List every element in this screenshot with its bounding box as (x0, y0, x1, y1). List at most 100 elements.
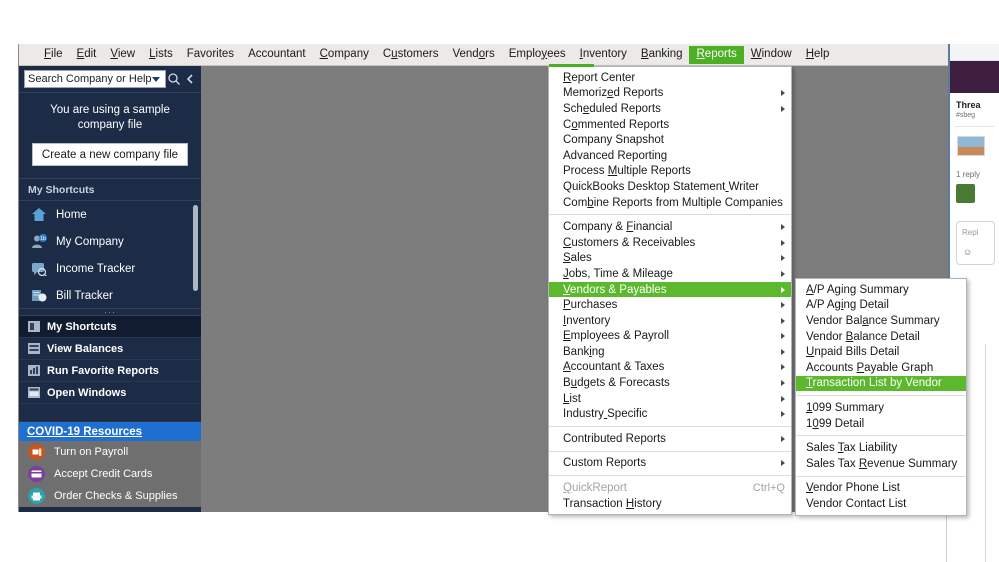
chevron-right-icon (781, 333, 785, 340)
chevron-right-icon (781, 435, 785, 442)
thread-reply-count[interactable]: 1 reply (956, 170, 999, 179)
reports-menu-item-label: Commented Reports (563, 118, 670, 131)
menubar-item-help[interactable]: Help (799, 46, 837, 64)
menubar-item-banking[interactable]: Banking (634, 46, 690, 64)
vendors-submenu-item-unpaid-bills-detail[interactable]: Unpaid Bills Detail (796, 344, 966, 360)
reports-menu-item-purchases[interactable]: Purchases (549, 297, 791, 313)
vendors-submenu-item-1099-detail[interactable]: 1099 Detail (796, 416, 966, 432)
sidebar-panel-my-shortcuts[interactable]: My Shortcuts (19, 316, 201, 338)
reports-menu-item-sales[interactable]: Sales (549, 251, 791, 267)
menubar-item-accountant[interactable]: Accountant (241, 46, 313, 64)
reports-menu-item-quickbooks-desktop-statement-writer[interactable]: QuickBooks Desktop Statement Writer (549, 179, 791, 195)
sidebar-item-my-company[interactable]: 1b My Company (19, 228, 201, 255)
sidebar-resize-grip[interactable]: ··· (19, 308, 201, 317)
vendors-submenu-item-sales-tax-revenue-summary[interactable]: Sales Tax Revenue Summary (796, 456, 966, 472)
vendors-submenu-item-1099-summary[interactable]: 1099 Summary (796, 400, 966, 416)
menubar-item-view[interactable]: View (103, 46, 142, 64)
vendors-submenu-item-label: Accounts Payable Graph (806, 361, 934, 374)
menubar-item-favorites[interactable]: Favorites (180, 46, 241, 64)
reports-menu-item-customers-and-receivables[interactable]: Customers & Receivables (549, 235, 791, 251)
reports-menu-item-label: Company Snapshot (563, 134, 665, 147)
reports-menu-item-report-center[interactable]: Report Center (549, 70, 791, 86)
thread-image-thumbnail[interactable] (957, 136, 985, 156)
caret-down-icon[interactable] (151, 76, 160, 82)
svg-text:1b: 1b (40, 236, 46, 242)
vendors-submenu-item-transaction-list-by-vendor[interactable]: Transaction List by Vendor (796, 375, 966, 392)
reports-menu-item-accountant-and-taxes[interactable]: Accountant & Taxes (549, 360, 791, 376)
vendors-submenu-item-a-p-aging-detail[interactable]: A/P Aging Detail (796, 298, 966, 314)
thread-panel-title: Threa (956, 100, 981, 110)
reports-menu-item-vendors-and-payables[interactable]: Vendors & Payables (549, 281, 791, 298)
create-new-company-file-button[interactable]: Create a new company file (32, 143, 188, 166)
chevron-right-icon (781, 411, 785, 418)
menubar-item-inventory[interactable]: Inventory (573, 46, 634, 64)
menubar-item-edit[interactable]: Edit (70, 46, 104, 64)
reports-menu-item-label: Purchases (563, 299, 618, 312)
menubar-item-employees[interactable]: Employees (502, 46, 573, 64)
thread-panel-channel[interactable]: #sbeg (956, 112, 999, 119)
reports-menu-item-inventory[interactable]: Inventory (549, 313, 791, 329)
vendors-payables-submenu: A/P Aging Summary A/P Aging Detail Vendor … (795, 278, 967, 516)
reports-menu-item-transaction-history[interactable]: Transaction History (549, 496, 791, 512)
menubar-item-window[interactable]: Window (744, 46, 799, 64)
menubar-item-company[interactable]: Company (313, 46, 376, 64)
emoji-icon[interactable]: ☺ (963, 247, 994, 257)
chevron-right-icon (781, 239, 785, 246)
reports-menu-item-commented-reports[interactable]: Commented Reports (549, 117, 791, 133)
sidebar-item-order-checks-supplies[interactable]: Order Checks & Supplies (19, 485, 201, 507)
search-input[interactable]: Search Company or Help (24, 70, 166, 88)
reports-menu-item-banking[interactable]: Banking (549, 344, 791, 360)
covid-19-resources-link[interactable]: COVID-19 Resources (19, 422, 201, 441)
credit-card-icon (28, 466, 45, 482)
sidebar-panel-open-windows[interactable]: Open Windows (19, 382, 201, 404)
chevron-left-icon[interactable] (182, 69, 198, 89)
reports-menu-item-combine-reports-from-multiple-companies[interactable]: Combine Reports from Multiple Companies (549, 195, 791, 211)
sidebar-panel-run-favorite-reports[interactable]: Run Favorite Reports (19, 360, 201, 382)
thread-reply-composer[interactable]: Repl ☺ (956, 221, 995, 265)
chevron-right-icon (781, 270, 785, 277)
menubar-item-customers[interactable]: Customers (376, 46, 446, 64)
reports-menu-item-company-snapshot[interactable]: Company Snapshot (549, 132, 791, 148)
menubar-item-file[interactable]: File (37, 46, 70, 64)
reports-menu-item-employees-and-payroll[interactable]: Employees & Payroll (549, 329, 791, 345)
reports-menu-item-scheduled-reports[interactable]: Scheduled Reports (549, 101, 791, 117)
sidebar-item-turn-on-payroll[interactable]: Turn on Payroll (19, 441, 201, 463)
sidebar-item-bill-tracker[interactable]: Bill Tracker (19, 282, 201, 308)
reports-menu-item-memorized-reports[interactable]: Memorized Reports (549, 86, 791, 102)
reports-menu-item-budgets-and-forecasts[interactable]: Budgets & Forecasts (549, 375, 791, 391)
vendors-submenu-item-vendor-phone-list[interactable]: Vendor Phone List (796, 481, 966, 497)
reports-menu-item-list[interactable]: List (549, 391, 791, 407)
reports-menu-item-label: Customers & Receivables (563, 236, 696, 249)
chevron-right-icon (781, 348, 785, 355)
vendors-submenu-item-sales-tax-liability[interactable]: Sales Tax Liability (796, 440, 966, 456)
reports-menu-item-label: Report Center (563, 71, 636, 84)
vendors-submenu-item-vendor-balance-detail[interactable]: Vendor Balance Detail (796, 329, 966, 345)
reports-menu-item-contributed-reports[interactable]: Contributed Reports (549, 431, 791, 447)
reports-menu-item-custom-reports[interactable]: Custom Reports (549, 456, 791, 472)
menubar-item-vendors[interactable]: Vendors (445, 46, 501, 64)
menubar-item-lists[interactable]: Lists (142, 46, 180, 64)
vendors-submenu-item-accounts-payable-graph[interactable]: Accounts Payable Graph (796, 360, 966, 376)
sidebar-panel-my-shortcuts-label: My Shortcuts (47, 320, 117, 333)
reports-menu-item-advanced-reporting[interactable]: Advanced Reporting (549, 148, 791, 164)
menubar-item-reports[interactable]: Reports (689, 45, 744, 64)
vendors-submenu-item-vendor-balance-summary[interactable]: Vendor Balance Summary (796, 313, 966, 329)
sidebar-item-accept-credit-cards[interactable]: Accept Credit Cards (19, 463, 201, 485)
reports-menu-item-company-and-financial[interactable]: Company & Financial (549, 219, 791, 235)
search-icon[interactable] (166, 69, 182, 89)
reports-menu-item-jobs-time-and-mileage[interactable]: Jobs, Time & Mileage (549, 266, 791, 282)
sample-company-message-line2: company file (77, 119, 143, 131)
vendors-submenu-item-label: Vendor Balance Summary (806, 314, 940, 327)
sidebar-item-income-tracker-label: Income Tracker (56, 262, 136, 275)
vendors-submenu-item-vendor-contact-list[interactable]: Vendor Contact List (796, 496, 966, 512)
reports-menu-item-industry-specific[interactable]: Industry Specific (549, 406, 791, 422)
reports-menu-item-process-multiple-reports[interactable]: Process Multiple Reports (549, 164, 791, 180)
covid-19-resources-label: COVID-19 Resources (27, 425, 143, 438)
sidebar-panel-view-balances[interactable]: View Balances (19, 338, 201, 360)
vendors-submenu-item-a-p-aging-summary[interactable]: A/P Aging Summary (796, 282, 966, 298)
sidebar-item-home[interactable]: Home (19, 201, 201, 228)
shortcut-list-scrollbar[interactable] (193, 205, 198, 291)
reports-menu-item-label: Combine Reports from Multiple Companies (563, 196, 783, 209)
sidebar-item-income-tracker[interactable]: Income Tracker (19, 255, 201, 282)
thread-panel-divider (955, 126, 994, 127)
